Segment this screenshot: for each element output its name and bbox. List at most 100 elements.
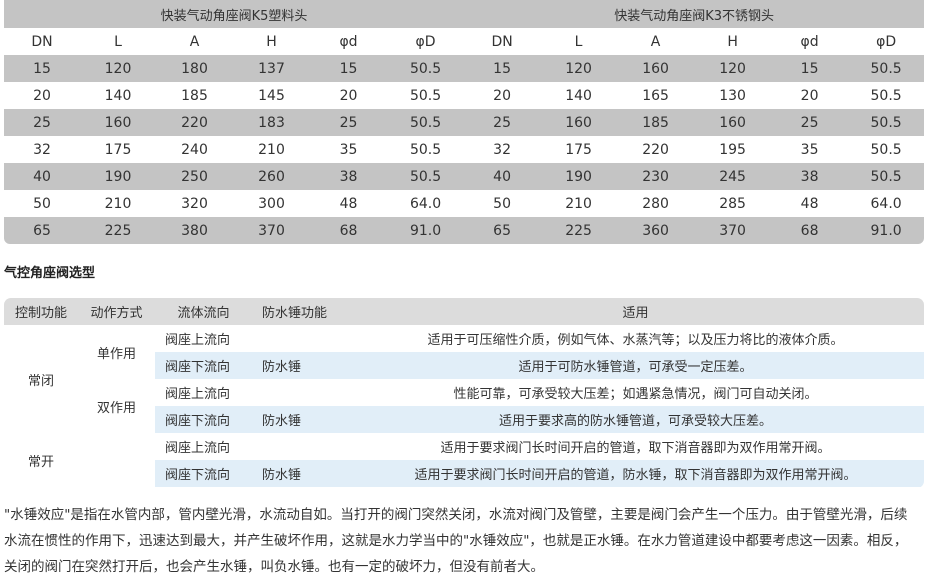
table-cell: 183 — [233, 109, 310, 136]
table-row: 20 140 185 145 20 50.5 20 140 165 130 20 50.5 — [4, 82, 924, 109]
table-cell: 20 — [771, 82, 849, 109]
table-cell: 300 — [233, 190, 310, 217]
table-cell: 245 — [694, 163, 772, 190]
table-cell: 68 — [771, 217, 849, 244]
control-function-cell: 常闭 — [4, 325, 78, 433]
column-header: DN — [464, 28, 541, 55]
table-cell: 65 — [4, 217, 80, 244]
table-row: 40 190 250 260 38 50.5 40 190 230 245 38 50.5 — [4, 163, 924, 190]
table-cell: 220 — [617, 136, 695, 163]
column-header: φD — [848, 28, 924, 55]
table-cell: 20 — [464, 82, 541, 109]
application-cell: 适用于要求阀门长时间开启的管道，防水锤，取下消音器即为双作用常开阀。 — [347, 460, 924, 487]
table-cell: 185 — [617, 109, 695, 136]
water-hammer-cell — [252, 379, 347, 406]
table-cell: 40 — [4, 163, 80, 190]
table-cell: 210 — [540, 190, 618, 217]
flow-direction-cell: 阀座上流向 — [155, 325, 252, 352]
dimension-table: 快装气动角座阀K5塑料头 快装气动角座阀K3不锈钢头 DN L A H φd φ… — [4, 0, 924, 244]
flow-direction-cell: 阀座下流向 — [155, 460, 252, 487]
table-cell: 50 — [464, 190, 541, 217]
table-cell: 50.5 — [848, 136, 924, 163]
table-cell: 38 — [771, 163, 849, 190]
table-cell: 25 — [771, 109, 849, 136]
table-cell: 32 — [464, 136, 541, 163]
table-cell: 130 — [694, 82, 772, 109]
action-mode-cell: 单作用 — [78, 325, 155, 379]
table-cell: 190 — [80, 163, 156, 190]
table-row: 32 175 240 210 35 50.5 32 175 220 195 35 50.5 — [4, 136, 924, 163]
water-hammer-cell — [252, 433, 347, 460]
table-cell: 120 — [80, 55, 156, 82]
dimension-table-body: 15 120 180 137 15 50.5 15 120 160 120 15 50.5 20 140 1… — [4, 55, 924, 244]
column-header: 控制功能 — [4, 298, 78, 325]
column-header: A — [617, 28, 695, 55]
column-header: 适用 — [347, 298, 924, 325]
section-title: 气控角座阀选型 — [4, 266, 96, 281]
table-cell: 48 — [771, 190, 849, 217]
table-cell: 35 — [310, 136, 387, 163]
column-header: φD — [387, 28, 465, 55]
table-cell: 285 — [694, 190, 772, 217]
table-cell: 20 — [310, 82, 387, 109]
table-cell: 175 — [80, 136, 156, 163]
table-cell: 165 — [617, 82, 695, 109]
table-cell: 210 — [233, 136, 310, 163]
column-header: 流体流向 — [155, 298, 252, 325]
table-cell: 380 — [156, 217, 233, 244]
dimension-table-container: 快装气动角座阀K5塑料头 快装气动角座阀K3不锈钢头 DN L A H φd φ… — [4, 0, 924, 244]
table-cell: 50.5 — [387, 82, 465, 109]
table-cell: 137 — [233, 55, 310, 82]
table-row: 50 210 320 300 48 64.0 50 210 280 285 48 64.0 — [4, 190, 924, 217]
table-cell: 140 — [540, 82, 618, 109]
water-hammer-cell: 防水锤 — [252, 460, 347, 487]
dimension-group-header-row: 快装气动角座阀K5塑料头 快装气动角座阀K3不锈钢头 — [4, 0, 924, 28]
application-cell: 性能可靠，可承受较大压差；如遇紧急情况，阀门可自动关闭。 — [347, 379, 924, 406]
table-cell: 35 — [771, 136, 849, 163]
table-cell: 230 — [617, 163, 695, 190]
application-cell: 适用于可压缩性介质，例如气体、水蒸汽等；以及压力将比的液体介质。 — [347, 325, 924, 352]
column-header: φd — [771, 28, 849, 55]
water-hammer-cell: 防水锤 — [252, 406, 347, 433]
table-row: 双作用 阀座上流向 性能可靠，可承受较大压差；如遇紧急情况，阀门可自动关闭。 — [4, 379, 924, 433]
table-cell: 220 — [156, 109, 233, 136]
table-cell: 50.5 — [387, 136, 465, 163]
table-cell: 160 — [540, 109, 618, 136]
column-header: A — [156, 28, 233, 55]
table-cell: 20 — [4, 82, 80, 109]
table-cell: 25 — [464, 109, 541, 136]
column-header: H — [233, 28, 310, 55]
table-cell: 195 — [694, 136, 772, 163]
table-cell: 25 — [310, 109, 387, 136]
table-cell: 260 — [233, 163, 310, 190]
table-cell: 185 — [156, 82, 233, 109]
flow-direction-cell: 阀座下流向 — [155, 406, 252, 433]
table-cell: 225 — [80, 217, 156, 244]
table-cell: 190 — [540, 163, 618, 190]
table-cell: 50.5 — [387, 109, 465, 136]
table-cell: 120 — [540, 55, 618, 82]
column-header: 防水锤功能 — [252, 298, 347, 325]
water-hammer-explanation: "水锤效应"是指在水管内部，管内壁光滑，水流动自如。当打开的阀门突然关闭，水流对… — [4, 507, 908, 575]
table-cell: 160 — [617, 55, 695, 82]
table-cell: 64.0 — [848, 190, 924, 217]
table-cell: 280 — [617, 190, 695, 217]
column-header: DN — [4, 28, 80, 55]
table-cell: 15 — [310, 55, 387, 82]
table-cell: 15 — [771, 55, 849, 82]
table-cell: 250 — [156, 163, 233, 190]
column-header: 动作方式 — [78, 298, 155, 325]
table-row: 25 160 220 183 25 50.5 25 160 185 160 25 50.5 — [4, 109, 924, 136]
column-header: L — [80, 28, 156, 55]
table-cell: 370 — [233, 217, 310, 244]
table-row: 65 225 380 370 68 91.0 65 225 360 370 68 91.0 — [4, 217, 924, 244]
table-cell: 160 — [80, 109, 156, 136]
table-cell: 40 — [464, 163, 541, 190]
table-cell: 50.5 — [387, 163, 465, 190]
table-cell: 320 — [156, 190, 233, 217]
table-cell: 50 — [4, 190, 80, 217]
flow-direction-cell: 阀座下流向 — [155, 352, 252, 379]
selection-table: 控制功能 动作方式 流体流向 防水锤功能 适用 常闭 单作用 阀座上流向 适用于… — [4, 298, 924, 487]
table-cell: 160 — [694, 109, 772, 136]
table-cell: 140 — [80, 82, 156, 109]
